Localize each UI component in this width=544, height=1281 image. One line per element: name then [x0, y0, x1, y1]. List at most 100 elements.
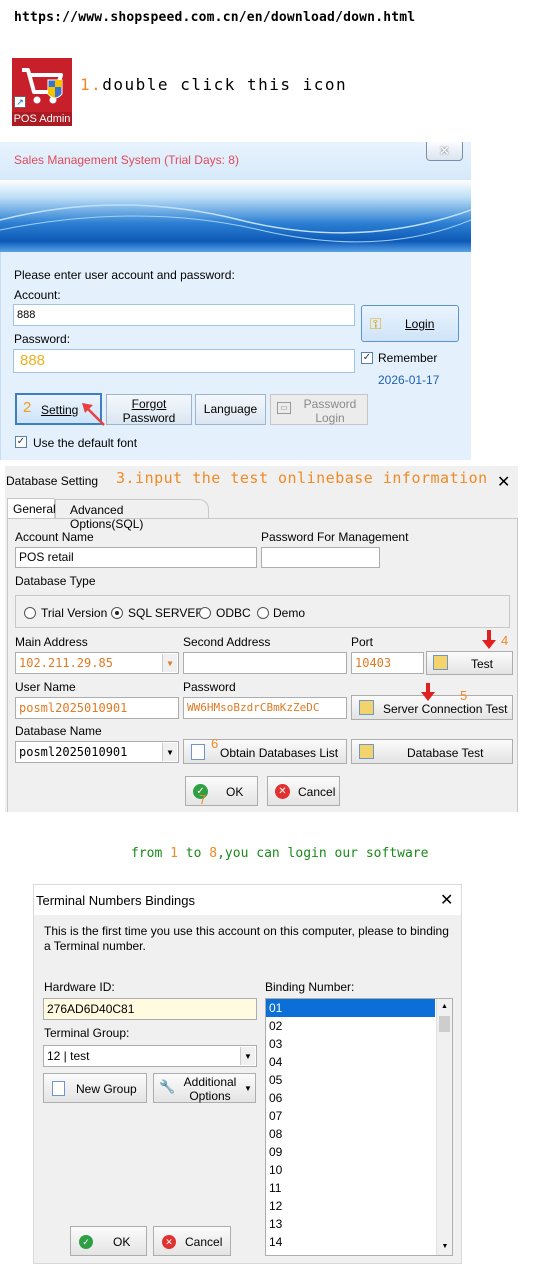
- close-icon[interactable]: ✕: [440, 890, 453, 910]
- binding-number-label: Binding Number:: [265, 980, 355, 994]
- scrollbar-thumb[interactable]: [439, 1016, 450, 1032]
- scrollbar[interactable]: ▲ ▼: [436, 999, 452, 1255]
- database-setting-dialog: Database Setting 3.input the test online…: [5, 466, 518, 812]
- footer-step-8: 8: [209, 846, 218, 861]
- account-name-label: Account Name: [15, 530, 94, 544]
- password-input[interactable]: 888: [13, 349, 355, 373]
- setting-button-label: Setting: [41, 403, 79, 417]
- list-item[interactable]: 12: [266, 1197, 435, 1215]
- account-input[interactable]: 888: [13, 304, 355, 326]
- default-font-checkbox[interactable]: ✓: [15, 436, 27, 448]
- login-banner: [0, 180, 472, 252]
- radio-sql-server-label: SQL SERVER: [128, 606, 205, 620]
- password-login-line1: Password: [303, 397, 357, 411]
- forgot-password-button[interactable]: Forgot Password: [106, 394, 192, 425]
- red-arrow-annotation: [421, 683, 435, 701]
- new-group-button[interactable]: New Group: [43, 1073, 147, 1103]
- account-label: Account:: [14, 288, 61, 302]
- list-item[interactable]: 06: [266, 1089, 435, 1107]
- pos-admin-app-icon[interactable]: ↗ POS Admin: [12, 58, 72, 126]
- db-ok-button[interactable]: ✓ OK: [185, 776, 258, 806]
- db-password-label: Password: [183, 680, 236, 694]
- list-item[interactable]: 09: [266, 1143, 435, 1161]
- list-item[interactable]: 04: [266, 1053, 435, 1071]
- chevron-up-icon[interactable]: ▲: [437, 999, 452, 1015]
- remember-checkbox[interactable]: ✓: [361, 352, 373, 364]
- additional-line1: Additional: [183, 1075, 237, 1089]
- second-address-input[interactable]: [183, 652, 347, 674]
- list-item[interactable]: 07: [266, 1107, 435, 1125]
- list-item[interactable]: 13: [266, 1215, 435, 1233]
- pw-management-label: Password For Management: [261, 530, 409, 544]
- pw-management-input[interactable]: [261, 547, 380, 568]
- obtain-databases-button[interactable]: Obtain Databases List: [183, 739, 347, 764]
- test-button[interactable]: Test: [426, 651, 513, 675]
- list-item[interactable]: 05: [266, 1071, 435, 1089]
- login-button[interactable]: ⚿ Login: [361, 305, 459, 342]
- db-password-input[interactable]: WW6HMsoBzdrCBmKzZeDC: [183, 697, 347, 719]
- radio-sql-server[interactable]: [111, 607, 123, 619]
- list-item[interactable]: 02: [266, 1017, 435, 1035]
- database-test-label: Database Test: [407, 746, 484, 760]
- obtain-button-label: Obtain Databases List: [220, 746, 339, 760]
- list-item[interactable]: 03: [266, 1035, 435, 1053]
- main-address-label: Main Address: [15, 635, 88, 649]
- account-name-input[interactable]: POS retail: [15, 547, 257, 568]
- password-login-line2: Login: [315, 411, 345, 425]
- download-url: https://www.shopspeed.com.cn/en/download…: [14, 10, 416, 25]
- list-item[interactable]: 14: [266, 1233, 435, 1251]
- new-group-label: New Group: [76, 1082, 137, 1096]
- chevron-down-icon[interactable]: ▼: [162, 743, 177, 761]
- check-icon: ✓: [79, 1235, 93, 1249]
- step1-text: double click this icon: [102, 75, 348, 94]
- close-icon[interactable]: ✕: [426, 142, 463, 161]
- close-icon[interactable]: ✕: [497, 472, 510, 492]
- terminal-group-select[interactable]: 12 | test ▼: [43, 1045, 257, 1067]
- list-item[interactable]: 08: [266, 1125, 435, 1143]
- forgot-button-line2: Password: [122, 411, 176, 425]
- radio-demo[interactable]: [257, 607, 269, 619]
- db-name-select[interactable]: posml2025010901 ▼: [15, 741, 179, 763]
- binding-number-list[interactable]: 01 02 03 04 05 06 07 08 09 10 11 12 13 14 ▲ ▼: [265, 998, 453, 1256]
- login-prompt: Please enter user account and password:: [14, 268, 235, 282]
- database-test-button[interactable]: Database Test: [351, 739, 513, 764]
- terminal-group-label: Terminal Group:: [44, 1026, 130, 1040]
- language-button[interactable]: Language: [195, 394, 266, 425]
- step1-number: 1.: [80, 75, 103, 94]
- document-icon: [191, 744, 205, 760]
- password-login-button[interactable]: ▭ Password Login: [270, 394, 368, 425]
- port-label: Port: [351, 635, 374, 649]
- chevron-down-icon: ▼: [244, 1084, 252, 1093]
- radio-odbc[interactable]: [199, 607, 211, 619]
- step2-number: 2: [23, 399, 32, 416]
- db-cancel-label: Cancel: [298, 785, 336, 799]
- term-cancel-button[interactable]: ✕ Cancel: [153, 1226, 231, 1256]
- db-icon: [433, 655, 448, 670]
- footer-mid: to: [177, 846, 210, 861]
- term-ok-button[interactable]: ✓ OK: [70, 1226, 147, 1256]
- additional-line2: Options: [189, 1089, 231, 1103]
- list-item[interactable]: 11: [266, 1179, 435, 1197]
- user-name-input[interactable]: posml2025010901: [15, 697, 179, 719]
- list-item[interactable]: 10: [266, 1161, 435, 1179]
- port-input[interactable]: 10403: [351, 652, 424, 674]
- chevron-down-icon[interactable]: ▼: [437, 1239, 452, 1255]
- radio-trial-version[interactable]: [24, 607, 36, 619]
- db-cancel-button[interactable]: ✕ Cancel: [267, 776, 340, 806]
- chevron-down-icon[interactable]: ▼: [162, 654, 177, 672]
- hardware-id-label: Hardware ID:: [44, 980, 115, 994]
- tab-advanced-options[interactable]: Advanced Options(SQL): [55, 499, 209, 531]
- list-item[interactable]: 01: [266, 999, 435, 1017]
- banner-wave: [0, 204, 472, 243]
- chevron-down-icon[interactable]: ▼: [240, 1047, 255, 1065]
- default-font-label: Use the default font: [33, 436, 138, 450]
- cancel-icon: ✕: [275, 784, 290, 799]
- binding-list-items: 01 02 03 04 05 06 07 08 09 10 11 12 13 14: [266, 999, 452, 1251]
- db-icon: [359, 700, 374, 715]
- additional-options-button[interactable]: 🔧 Additional Options ▼: [153, 1073, 256, 1103]
- footer-pre: from: [131, 846, 171, 861]
- hardware-id-input[interactable]: 276AD6D40C81: [43, 998, 257, 1020]
- step6-number: 6: [211, 736, 219, 751]
- tab-general[interactable]: General: [7, 498, 56, 518]
- main-address-select[interactable]: 102.211.29.85 ▼: [15, 652, 179, 674]
